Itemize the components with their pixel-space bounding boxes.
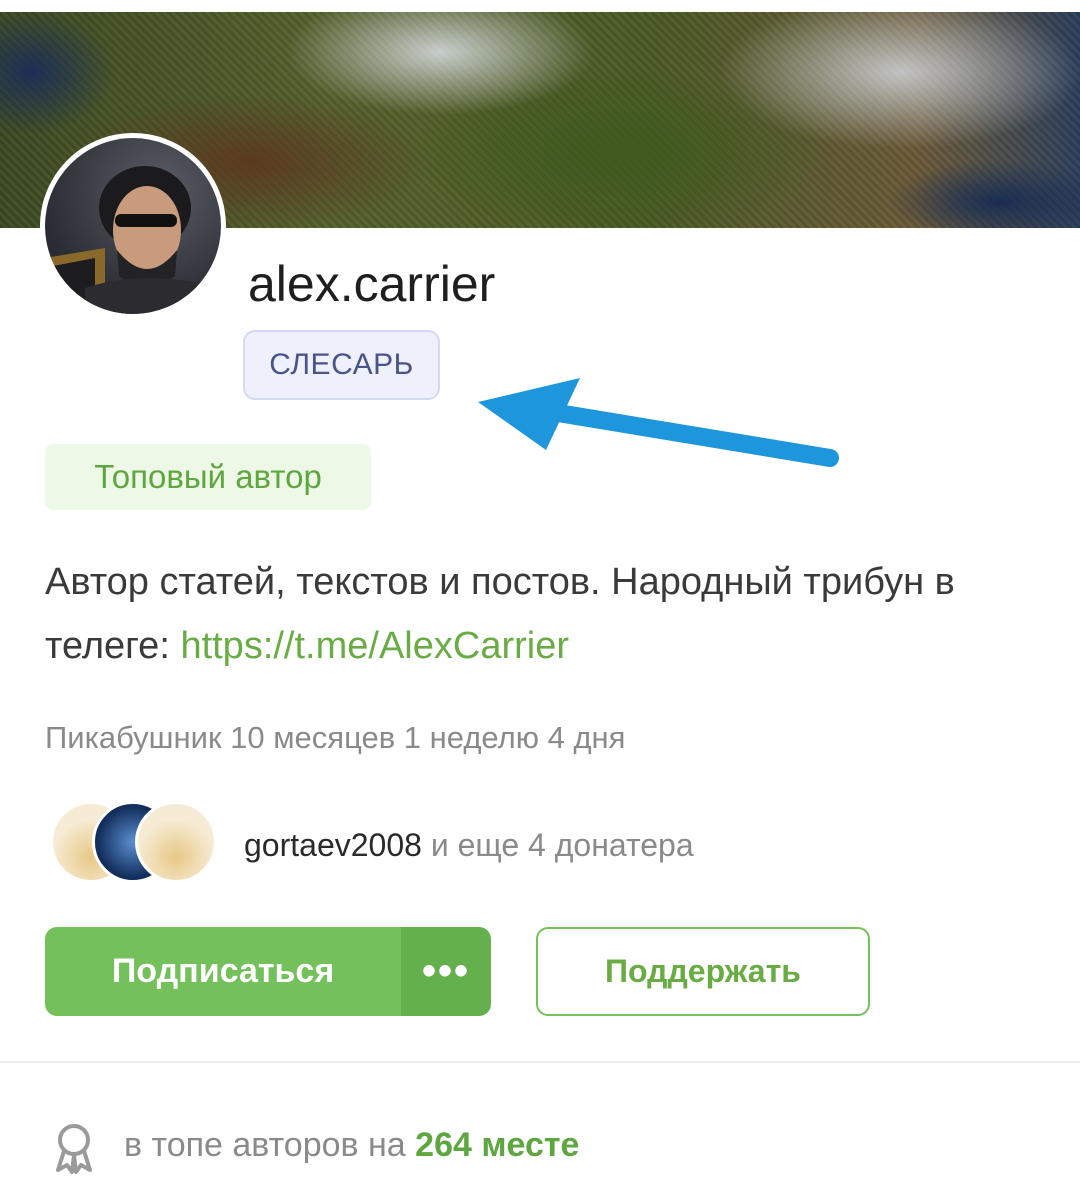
avatar-image xyxy=(45,138,221,314)
profile-bio: Автор статей, текстов и постов. Народный… xyxy=(45,550,1045,678)
subscribe-button[interactable]: Подписаться xyxy=(45,927,401,1016)
donors-summary[interactable]: gortaev2008 и еще 4 донатера xyxy=(244,827,694,864)
avatar[interactable] xyxy=(40,133,226,319)
divider xyxy=(0,1061,1080,1063)
ranking-prefix: в топе авторов на xyxy=(124,1126,416,1164)
top-author-badge: Топовый автор xyxy=(45,444,371,510)
more-options-button[interactable]: ••• xyxy=(401,927,491,1016)
award-ribbon-icon xyxy=(56,1124,92,1174)
avatar-portrait xyxy=(45,166,221,314)
annotation-arrow-icon xyxy=(478,378,839,467)
ranking-text: в топе авторов на 264 месте xyxy=(124,1126,579,1165)
donor-username[interactable]: gortaev2008 xyxy=(244,827,422,863)
donor-avatars[interactable] xyxy=(50,801,260,885)
donors-count-text: и еще 4 донатера xyxy=(421,827,694,863)
member-since: Пикабушник 10 месяцев 1 неделю 4 дня xyxy=(45,720,626,755)
bio-telegram-link[interactable]: https://t.me/AlexCarrier xyxy=(180,625,569,667)
donor-avatar xyxy=(135,801,217,883)
profile-username: alex.carrier xyxy=(248,256,496,312)
subscribe-button-group: Подписаться ••• xyxy=(45,927,491,1016)
ranking-place: 264 месте xyxy=(415,1126,580,1164)
support-button[interactable]: Поддержать xyxy=(536,927,870,1016)
rank-badge: СЛЕСАРЬ xyxy=(243,330,440,400)
